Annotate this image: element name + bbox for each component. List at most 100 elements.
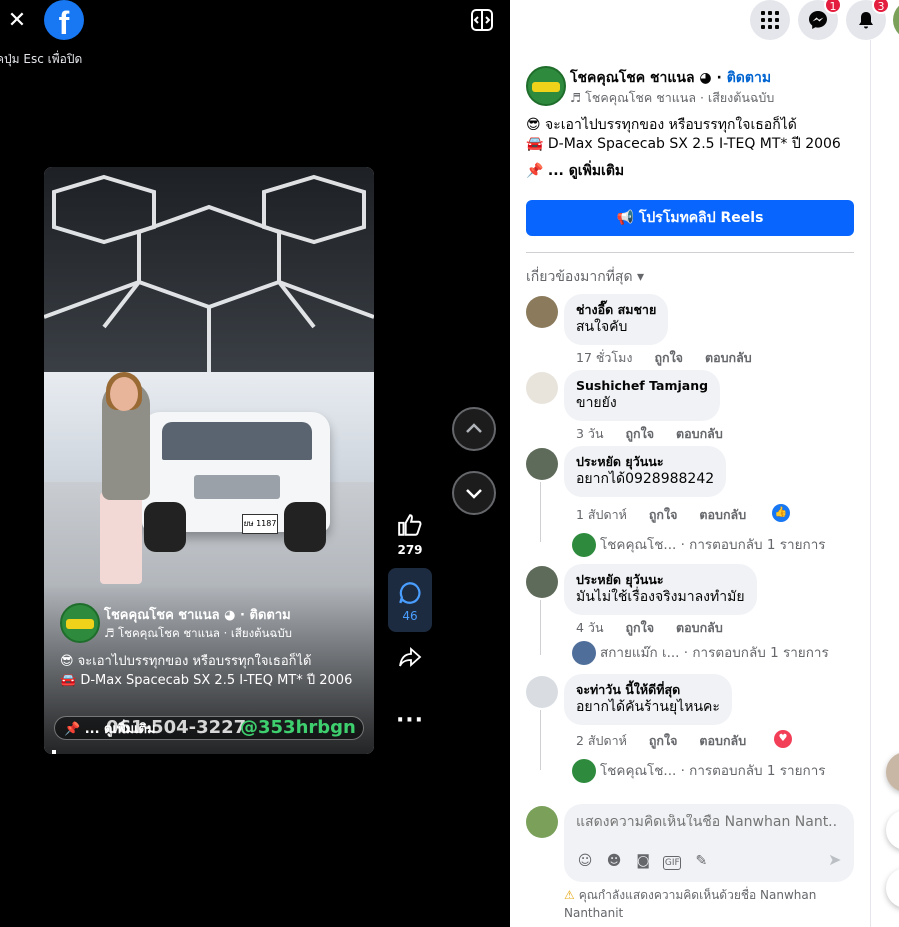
current-user-avatar[interactable] [526,806,558,838]
view-replies-link[interactable]: โชคคุณโช... · การตอบกลับ 1 รายการ [572,759,826,783]
comment-meta: 4 วัน ถูกใจ ตอบกลับ [576,618,741,638]
comment-reply-button[interactable]: ตอบกลับ [676,620,723,635]
comment-meta: 17 ชั่วโมง ถูกใจ ตอบกลับ [576,348,770,368]
more-options-icon[interactable]: ··· [388,708,432,733]
commenter-avatar[interactable] [526,448,558,480]
follow-button[interactable]: ติดตาม [727,70,771,86]
page-header: โชคคุณโชค ชาแนล ◕ · ติดตาม [570,67,771,89]
comment-bubble: จะท่าวัน นี้ให้ดีที่สุด อยากได้คันร้านยุ… [564,674,732,725]
comment-time[interactable]: 2 สัปดาห์ [576,733,627,748]
license-plate: ยษ 1187 [242,514,278,534]
avatar-sticker-icon[interactable]: ☺ [576,852,594,870]
view-replies-link[interactable]: สกายแม๊ก เ... · การตอบกลับ 1 รายการ [572,641,829,665]
comment-like-button[interactable]: ถูกใจ [649,733,678,748]
notifications-badge: 3 [872,0,890,14]
comment-author[interactable]: จะท่าวัน นี้ให้ดีที่สุด [576,682,720,698]
camera-icon[interactable]: ◙ [634,852,652,870]
description-line-2: 🚘 D-Max Spacecab SX 2.5 I-TEQ MT* ปี 200… [526,136,841,152]
video-ceiling [44,167,374,372]
fullscreen-icon[interactable] [470,8,494,32]
emoji-icon[interactable]: ☻ [605,852,623,870]
profile-avatar[interactable] [893,0,899,40]
thread-line [540,710,541,770]
commenter-avatar[interactable] [526,566,558,598]
truck-wheel-left [144,502,186,552]
next-reel-button[interactable] [452,471,496,515]
video-progress[interactable] [52,750,56,754]
messenger-icon [809,11,827,29]
channel-avatar[interactable] [60,603,100,643]
comment-button[interactable]: 46 [388,568,432,632]
promote-reel-button[interactable]: 📢 โปรโมทคลิป Reels [526,200,854,236]
comment-input[interactable] [576,814,838,830]
like-reaction-icon[interactable]: 👍 [772,504,790,522]
verified-icon: ◕ [699,70,712,86]
comment-text: มันไม่ใช้เรื่องจริงมาลงทำมัย [576,589,745,605]
page-avatar[interactable] [526,66,566,106]
truck-windshield [162,422,312,460]
share-button[interactable] [388,645,432,672]
sticker-icon[interactable]: ✎ [692,852,710,870]
panel-gutter [870,40,899,927]
like-button[interactable]: 279 [388,512,432,557]
composer-tools: ☺ ☻ ◙ GIF ✎ [576,850,716,870]
esc-hint: คปุ่ม Esc เพื่อปิด [0,52,83,66]
comment-reply-button[interactable]: ตอบกลับ [676,426,723,441]
truck-grill [194,475,280,499]
notifications-button[interactable]: 3 [846,0,890,40]
warning-text: คุณกำลังแสดงความคิดเห็นด้วยชื่อ Nanwhan … [564,888,817,920]
facebook-logo[interactable]: f [44,0,84,40]
thumbs-up-icon [398,514,422,536]
love-reaction-icon[interactable]: ♥ [774,730,792,748]
divider [526,252,854,253]
audio-label[interactable]: ♬ โชคคุณโชค ชาแนล · เสียงต้นฉบับ [104,625,292,643]
comment-time[interactable]: 1 สัปดาห์ [576,507,627,522]
commenter-avatar[interactable] [526,372,558,404]
previous-reel-button[interactable] [452,407,496,451]
reply-avatar [572,533,596,557]
comment-author[interactable]: ประหยัด ยุวันนะ [576,572,745,588]
comment-text: อยากได้คันร้านยุไหนคะ [576,699,720,715]
comment-meta: 1 สัปดาห์ ถูกใจ ตอบกลับ [576,505,764,525]
page-name[interactable]: โชคคุณโชค ชาแนล [570,70,695,86]
comment-reply-button[interactable]: ตอบกลับ [699,507,746,522]
like-count: 279 [397,543,423,557]
audio-label[interactable]: ♬ โชคคุณโชค ชาแนล · เสียงต้นฉบับ [570,88,774,108]
comment-author[interactable]: Sushichef Tamjang [576,378,708,394]
comment-like-button[interactable]: ถูกใจ [649,507,678,522]
comment-reply-button[interactable]: ตอบกลับ [699,733,746,748]
comment-time[interactable]: 3 วัน [576,426,604,441]
comment-like-button[interactable]: ถูกใจ [654,350,683,365]
send-icon[interactable]: ➤ [828,850,841,869]
megaphone-icon: 📢 [616,210,639,226]
comment-meta: 2 สัปดาห์ ถูกใจ ตอบกลับ [576,731,764,751]
comment-bubble-icon [399,582,421,604]
comment-author[interactable]: ช่างอี๊ด สมชาย [576,302,656,318]
warning-icon: ⚠ [564,888,575,902]
promote-reel-label: โปรโมทคลิป Reels [638,210,764,226]
comment-like-button[interactable]: ถูกใจ [625,426,654,441]
reel-video[interactable]: ยษ 1187 โชคคุณโชค ชาแนล ◕ · ติดตาม ♬ โชค… [44,167,374,754]
comment-bubble: Sushichef Tamjang ขายยัง [564,370,721,421]
comment-sort-dropdown[interactable]: เกี่ยวข้องมากที่สุด ▾ [526,266,644,288]
menu-grid-button[interactable] [750,0,790,40]
see-more-link[interactable]: 📌 ... ดูเพิ่มเติม [64,718,156,739]
channel-name[interactable]: โชคคุณโชค ชาแนล ◕ · ติดตาม [104,604,291,625]
commenter-avatar[interactable] [526,676,558,708]
messenger-button[interactable]: 1 [798,0,842,40]
comment-like-button[interactable]: ถูกใจ [625,620,654,635]
comment-author[interactable]: ประหยัด ยุวันนะ [576,454,714,470]
see-more-link[interactable]: ... ดูเพิ่มเติม [548,163,624,179]
comment-time[interactable]: 4 วัน [576,620,604,635]
comment-composer: ☺ ☻ ◙ GIF ✎ ➤ [564,804,854,882]
comment-time[interactable]: 17 ชั่วโมง [576,350,632,365]
caption-line-2: 🚘 D-Max Spacecab SX 2.5 I-TEQ MT* ปี 200… [60,673,353,688]
caption-line-1: 😎 จะเอาไปบรรทุกของ หรือบรรทุกใจเธอก็ได้ [60,654,312,669]
presenter-head [110,377,138,411]
grid-icon [761,11,779,29]
view-replies-link[interactable]: โชคคุณโช... · การตอบกลับ 1 รายการ [572,533,826,557]
comment-reply-button[interactable]: ตอบกลับ [705,350,752,365]
close-icon[interactable]: ✕ [4,8,30,34]
gif-icon[interactable]: GIF [663,856,682,870]
commenter-avatar[interactable] [526,296,558,328]
